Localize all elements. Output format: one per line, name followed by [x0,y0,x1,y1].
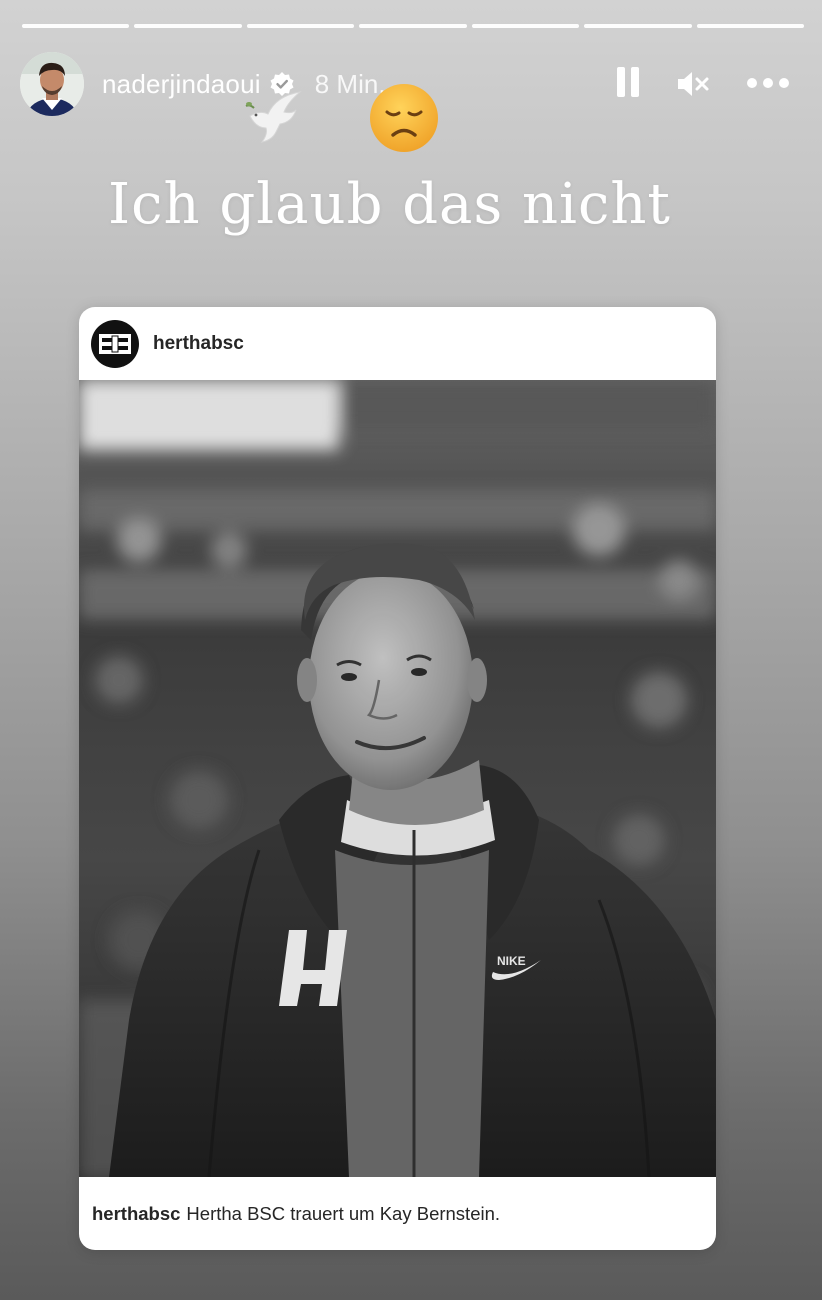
progress-segment [246,24,355,28]
hertha-flag-logo-icon [99,333,131,354]
avatar-image [20,52,84,116]
progress-segment [696,24,804,28]
progress-segment [359,24,467,28]
progress-segment [584,24,692,28]
story-progress-bar [22,24,804,28]
mute-button[interactable] [676,69,710,99]
caption-username[interactable]: herthabsc [92,1203,180,1225]
pause-button[interactable] [614,66,642,102]
pause-icon [614,66,642,102]
hertha-logo[interactable] [91,319,139,368]
portrait-photo: NIKE [79,380,716,1177]
dove-icon [245,91,302,143]
progress-segment [22,24,130,28]
shared-post-username[interactable]: herthabsc [153,333,244,355]
avatar[interactable] [20,52,84,116]
shared-post-photo: NIKE [79,380,716,1177]
shared-post-card[interactable]: herthabsc NIKE herthabsc Hertha BSC trau… [79,307,716,1250]
more-options-button[interactable] [744,75,792,93]
shared-post-caption: herthabsc Hertha BSC trauert um Kay Bern… [79,1177,716,1250]
story-text: Ich glaub das nicht [108,172,671,237]
more-icon [744,75,792,93]
caption-text: Hertha BSC trauert um Kay Bernstein. [186,1202,501,1224]
disappointed-face-emoji [370,84,438,152]
story-username[interactable]: naderjindaoui [102,69,261,100]
progress-segment [134,24,242,28]
shared-post-header: herthabsc [79,307,716,380]
mute-icon [678,72,709,96]
progress-segment [471,24,580,28]
